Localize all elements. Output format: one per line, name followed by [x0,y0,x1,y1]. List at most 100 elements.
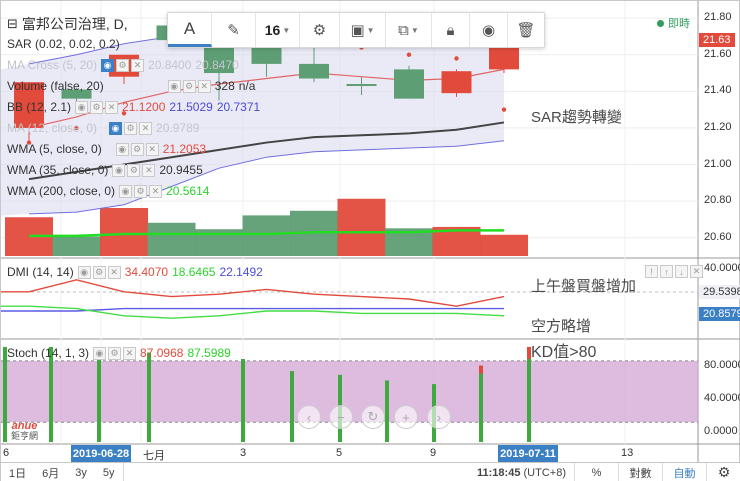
annotation-kd[interactable]: KD值>80 [531,338,596,362]
close-icon[interactable]: ✕ [139,121,153,135]
settings-icon[interactable]: ⚙ [90,100,104,114]
pencil-icon: ✎ [227,22,240,39]
layer-order-button[interactable]: ▣ ▼ [340,13,386,47]
settings-button[interactable]: ⚙ [707,463,740,481]
delete-button[interactable]: 🗑︎ [508,13,544,47]
settings-icon[interactable]: ⚙ [124,121,138,135]
info-icon[interactable]: ! [645,265,658,278]
range-1d-button[interactable]: 1日 [1,463,34,481]
pencil-button[interactable]: ✎ [212,13,256,47]
legend-label: BB (12, 2.1) [7,100,72,114]
date-axis-label: 5 [336,447,343,459]
price-axis-label: 21.80 [704,11,732,24]
range-5y-button[interactable]: 5y [95,463,124,481]
close-icon[interactable]: ✕ [105,100,119,114]
settings-icon[interactable]: ⚙ [108,346,122,360]
annotation-sar-reversal[interactable]: SAR趨勢轉變 [531,106,622,127]
move-down-icon[interactable]: ↓ [675,265,688,278]
reset-button[interactable]: ↻ [361,405,385,429]
eye-icon[interactable]: ◉ [75,100,89,114]
legend-volume[interactable]: Volume (false, 20) ◉ ⚙ ✕ 328 n/a [7,79,255,93]
close-icon[interactable]: ✕ [149,184,163,198]
legend-value-3: 20.7371 [216,100,261,114]
legend-value-2: 18.6465 [172,265,216,279]
settings-icon[interactable]: ⚙ [130,142,144,156]
eye-icon[interactable]: ◉ [167,79,181,93]
move-up-icon[interactable]: ↑ [660,265,673,278]
percent-toggle[interactable]: % [575,463,619,481]
legend-icons: ◉ ⚙ ✕ [77,265,121,279]
legend-value-1: 21.2053 [162,142,207,156]
eye-icon[interactable]: ◉ [77,265,91,279]
legend-stoch[interactable]: Stoch (14, 1, 3) ◉ ⚙ ✕ 87.0968 87.5989 [7,346,231,360]
legend-hidden-ma[interactable]: MA (12, close, 0) ◉ ⚙ ✕ 20.9789 [7,121,199,135]
percent-label: % [591,466,602,479]
scroll-left-button[interactable]: ‹ [297,405,321,429]
clone-icon: ⧉ [398,21,409,39]
range-3y-button[interactable]: 3y [67,463,95,481]
settings-icon[interactable]: ⚙ [116,58,130,72]
clock-display[interactable]: 11:18:45 (UTC+8) [469,463,575,481]
eye-icon[interactable]: ◉ [109,121,123,135]
legend-icons: ◉ ⚙ ✕ [167,79,211,93]
legend-wma5[interactable]: WMA (5, close, 0) ◉ ⚙ ✕ 21.2053 [7,142,206,156]
log-toggle[interactable]: 對數 [619,463,663,481]
plus-icon: + [402,409,410,425]
sar-dot [454,56,459,61]
eye-icon[interactable]: ◉ [119,184,133,198]
collapse-icon[interactable]: ⊟ [7,16,18,32]
settings-button[interactable]: ⚙ [300,13,340,47]
live-label: 即時 [668,18,690,30]
annotation-buy-increase[interactable]: 上午盤買盤增加 [531,275,636,296]
dmi-tag-plus: 20.8579 [699,307,740,321]
legend-value-1: 21.1200 [122,100,166,114]
range-6m-button[interactable]: 6月 [34,463,67,481]
close-icon[interactable]: ✕ [142,163,156,177]
legend-label: SAR (0.02, 0.02, 0.2) [7,37,120,51]
stoch-bar [241,359,245,442]
legend-wma200[interactable]: WMA (200, close, 0) ◉ ⚙ ✕ 20.5614 [7,184,209,198]
legend-wma35[interactable]: WMA (35, close, 0) ◉ ⚙ ✕ 20.9455 [7,163,203,177]
eye-icon[interactable]: ◉ [93,346,107,360]
close-pane-icon[interactable]: ✕ [690,265,703,278]
eye-icon[interactable]: ◉ [112,163,126,177]
legend-value-1: 20.9455 [159,163,203,177]
zoom-out-button[interactable]: − [329,405,353,429]
auto-toggle[interactable]: 自動 [663,463,707,481]
legend-value-2: n/a [238,79,256,93]
legend-sar[interactable]: SAR (0.02, 0.02, 0.2) [7,37,120,51]
stoch-bar [97,347,101,442]
legend-icons: ◉ ⚙ ✕ [112,163,156,177]
annotation-bearish[interactable]: 空方略增 [531,315,591,336]
clone-button[interactable]: ⧉ ▼ [386,13,432,47]
text-tool-button[interactable]: A [168,13,212,47]
zoom-in-button[interactable]: + [394,405,418,429]
close-icon[interactable]: ✕ [197,79,211,93]
sar-dot [406,52,412,57]
close-icon[interactable]: ✕ [123,346,137,360]
close-icon[interactable]: ✕ [131,58,145,72]
lock-button[interactable]: 🔒︎ [432,13,470,47]
eye-icon[interactable]: ◉ [101,58,115,72]
close-icon[interactable]: ✕ [145,142,159,156]
legend-value-3: 22.1492 [219,265,263,279]
eye-icon[interactable]: ◉ [115,142,129,156]
settings-icon[interactable]: ⚙ [134,184,148,198]
date-axis-label: 6 [3,447,10,459]
scroll-right-button[interactable]: › [427,405,451,429]
close-icon[interactable]: ✕ [107,265,121,279]
settings-icon[interactable]: ⚙ [92,265,106,279]
visibility-button[interactable]: ◉ [470,13,508,47]
bottom-toolbar: 1日 6月 3y 5y 11:18:45 (UTC+8) % 對數 自動 ⚙ [1,462,740,481]
stoch-bar [290,371,294,442]
settings-icon[interactable]: ⚙ [127,163,141,177]
stoch-bar-tick [479,365,483,374]
legend-value-1: 87.0968 [140,346,184,360]
font-size-select[interactable]: 16 ▼ [256,13,300,47]
legend-bb[interactable]: BB (12, 2.1) ◉ ⚙ ✕ 21.1200 21.5029 20.73… [7,100,260,114]
settings-icon[interactable]: ⚙ [182,79,196,93]
legend-dmi[interactable]: DMI (14, 14) ◉ ⚙ ✕ 34.4070 18.6465 22.14… [7,265,263,279]
legend-icons: ◉ ⚙ ✕ [75,100,119,114]
legend-ma-cross[interactable]: MA Cross (5, 20) ◉ ⚙ ✕ 20.8400 20.8470 [7,58,239,72]
candle-body [489,47,519,70]
